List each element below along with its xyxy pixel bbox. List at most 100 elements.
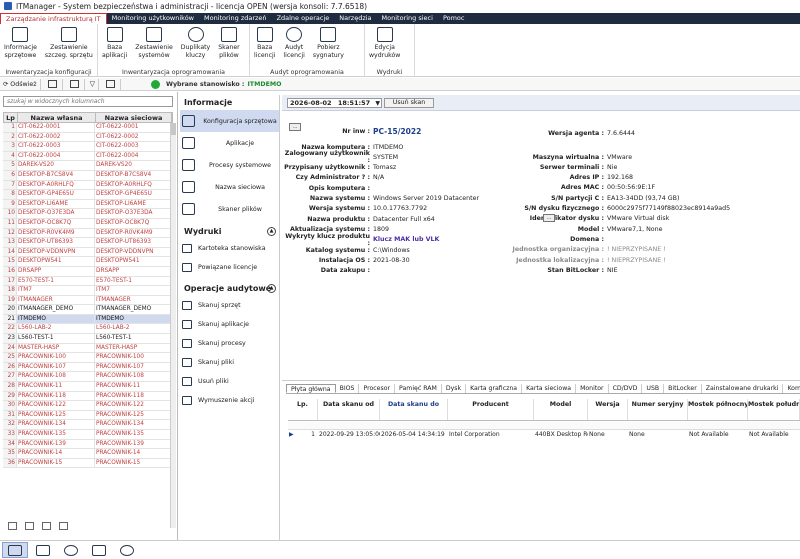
tab-help[interactable]: Pomoc bbox=[438, 13, 470, 24]
table-row[interactable]: 27 PRACOWNIK-108 PRACOWNIK-108 bbox=[3, 372, 173, 383]
tab-tools[interactable]: Narzędzia bbox=[334, 13, 376, 24]
table-row[interactable]: 17 E570-TEST-1 E570-TEST-1 bbox=[3, 276, 173, 287]
app-database-button[interactable]: Baza aplikacji bbox=[98, 27, 131, 59]
subtab-12[interactable]: Komputer bbox=[783, 384, 800, 393]
table-row[interactable]: 1 CIT-0622-0001 CIT-0622-0001 bbox=[3, 123, 173, 133]
table-row[interactable]: 35 PRACOWNIK-14 PRACOWNIK-14 bbox=[3, 449, 173, 459]
col-manufacturer[interactable]: Producent bbox=[448, 399, 534, 420]
collapse-icon[interactable]: ▲ bbox=[267, 284, 276, 293]
table-row[interactable]: 13 DESKTOP-UT86393 DESKTOP-UT86393 bbox=[3, 238, 173, 248]
subtab-6[interactable]: Karta sieciowa bbox=[522, 384, 577, 393]
nav-scan-apps[interactable]: Skanuj aplikacje bbox=[180, 315, 279, 334]
nav-scan-files[interactable]: Skanuj pliki bbox=[180, 353, 279, 372]
topology-module-button[interactable] bbox=[86, 542, 112, 558]
scroll-thumb[interactable] bbox=[171, 123, 176, 135]
network-module-button[interactable] bbox=[30, 542, 56, 558]
refresh-button[interactable]: ⟳ Odśwież bbox=[0, 78, 41, 90]
filter-button[interactable]: ▽ bbox=[87, 78, 99, 90]
delete-scan-button[interactable]: Usuń skan bbox=[384, 98, 434, 108]
nav-station-card[interactable]: Kartoteka stanowiska bbox=[180, 239, 279, 258]
nav-hardware-config[interactable]: Konfiguracja sprzętowa bbox=[180, 110, 279, 132]
partition-info-button[interactable]: ... bbox=[543, 214, 555, 222]
table-row[interactable]: 28 PRACOWNIK-11 PRACOWNIK-11 bbox=[3, 382, 173, 392]
table-row[interactable]: 5 DAREK-VS20 DAREK-VS20 bbox=[3, 161, 173, 171]
subtab-2[interactable]: Procesor bbox=[359, 384, 396, 393]
subtab-10[interactable]: BitLocker bbox=[664, 384, 702, 393]
table-row[interactable]: 10 DESKTOP-O37E3DA DESKTOP-O37E3DA bbox=[3, 209, 173, 219]
duplicate-keys-button[interactable]: Duplikaty kluczy bbox=[177, 27, 214, 59]
subtab-8[interactable]: CD/DVD bbox=[609, 384, 643, 393]
scan-date-select[interactable]: 2026-08-02 18:51:57 ▼ bbox=[287, 98, 382, 108]
col-version[interactable]: Wersja bbox=[588, 399, 628, 420]
col-network-name[interactable]: Nazwa sieciowa bbox=[96, 113, 172, 122]
tab-network-monitoring[interactable]: Monitoring sieci bbox=[377, 13, 438, 24]
col-scan-from[interactable]: Data skanu od bbox=[318, 399, 380, 420]
nav-force-action[interactable]: Wymuszenie akcji bbox=[180, 391, 279, 410]
table-row[interactable]: 36 PRACOWNIK-15 PRACOWNIK-15 bbox=[3, 458, 173, 469]
subtab-9[interactable]: USB bbox=[642, 384, 665, 393]
table-row[interactable]: ▶ 1 2022-09-29 13:05:06 2026-05-04 14:34… bbox=[288, 430, 800, 440]
vertical-scrollbar[interactable] bbox=[170, 123, 176, 528]
table-row[interactable]: 12 DESKTOP-R0VK4M9 DESKTOP-R0VK4M9 bbox=[3, 228, 173, 239]
globe-module-button[interactable] bbox=[58, 542, 84, 558]
table-row[interactable]: 23 L560-TEST-1 L560-TEST-1 bbox=[3, 334, 173, 344]
prev-icon[interactable] bbox=[25, 521, 34, 530]
table-row[interactable]: 6 DESKTOP-B7CS8V4 DESKTOP-B7CS8V4 bbox=[3, 170, 173, 181]
nav-processes[interactable]: Procesy systemowe bbox=[180, 154, 279, 176]
col-lp[interactable]: Lp. bbox=[288, 399, 318, 420]
subtab-4[interactable]: Dysk bbox=[442, 384, 467, 393]
edit-prints-button[interactable]: Edycja wydruków bbox=[365, 27, 404, 59]
export-button[interactable] bbox=[43, 78, 63, 90]
search-input[interactable] bbox=[3, 96, 173, 107]
subtab-11[interactable]: Zainstalowane drukarki bbox=[702, 384, 784, 393]
col-northbridge[interactable]: Mostek północny bbox=[688, 399, 748, 420]
col-model[interactable]: Model bbox=[534, 399, 588, 420]
table-row[interactable]: 15 DESKTOPW541 DESKTOPW541 bbox=[3, 257, 173, 267]
nav-related-licenses[interactable]: Powiązane licencje bbox=[180, 258, 279, 277]
workstations-module-button[interactable] bbox=[2, 542, 28, 558]
subtab-0[interactable]: Płyta główna bbox=[286, 384, 336, 393]
nav-scan-hardware[interactable]: Skanuj sprzęt bbox=[180, 296, 279, 315]
table-row[interactable]: 11 DESKTOP-OC8K7Q DESKTOP-OC8K7Q bbox=[3, 218, 173, 229]
col-lp[interactable]: Lp bbox=[4, 113, 18, 122]
nav-file-scanner[interactable]: Skaner plików bbox=[180, 198, 279, 220]
columns-button[interactable] bbox=[65, 78, 85, 90]
nav-scan-processes[interactable]: Skanuj procesy bbox=[180, 334, 279, 353]
col-scan-to[interactable]: Data skanu do bbox=[380, 399, 448, 420]
table-row[interactable]: 2 CIT-0622-0002 CIT-0622-0002 bbox=[3, 132, 173, 143]
hardware-info-button[interactable]: Informacje sprzętowe bbox=[0, 27, 41, 59]
hardware-filter-row[interactable] bbox=[288, 422, 800, 430]
table-row[interactable]: 25 PRACOWNIK-100 PRACOWNIK-100 bbox=[3, 353, 173, 363]
file-scanner-button[interactable]: Skaner plików bbox=[214, 27, 243, 59]
table-row[interactable]: 19 ITMANAGER ITMANAGER bbox=[3, 295, 173, 306]
next-icon[interactable] bbox=[42, 521, 51, 530]
table-row[interactable]: 34 PRACOWNIK-139 PRACOWNIK-139 bbox=[3, 439, 173, 450]
col-serial[interactable]: Numer seryjny bbox=[628, 399, 688, 420]
col-own-name[interactable]: Nazwa własna bbox=[18, 113, 96, 122]
last-icon[interactable] bbox=[59, 521, 68, 530]
table-row[interactable]: 31 PRACOWNIK-125 PRACOWNIK-125 bbox=[3, 410, 173, 421]
table-row[interactable]: 16 DRSAPP DRSAPP bbox=[3, 266, 173, 277]
table-row[interactable]: 26 PRACOWNIK-107 PRACOWNIK-107 bbox=[3, 362, 173, 373]
nav-network-name[interactable]: Nazwa sieciowa bbox=[180, 176, 279, 198]
tab-user-monitoring[interactable]: Monitoring użytkowników bbox=[107, 13, 199, 24]
hardware-summary-button[interactable]: Zestawienie szczeg. sprzętu bbox=[41, 27, 97, 59]
tab-event-monitoring[interactable]: Monitoring zdarzeń bbox=[199, 13, 272, 24]
table-row[interactable]: 32 PRACOWNIK-134 PRACOWNIK-134 bbox=[3, 420, 173, 430]
license-audit-button[interactable]: Audyt licencji bbox=[279, 27, 308, 59]
subtab-7[interactable]: Monitor bbox=[576, 384, 609, 393]
tab-infrastructure[interactable]: Zarządzanie infrastrukturą IT bbox=[0, 13, 107, 24]
table-row[interactable]: 20 ITMANAGER_DEMO ITMANAGER_DEMO bbox=[3, 305, 173, 315]
table-row[interactable]: 9 DESKTOP-LI6AME DESKTOP-LI6AME bbox=[3, 199, 173, 210]
table-row[interactable]: 21 ITMDEMO ITMDEMO bbox=[3, 314, 173, 325]
systems-summary-button[interactable]: Zestawienie systemów bbox=[131, 27, 177, 59]
subtab-3[interactable]: Pamięć RAM bbox=[395, 384, 442, 393]
table-row[interactable]: 33 PRACOWNIK-135 PRACOWNIK-135 bbox=[3, 430, 173, 440]
nav-applications[interactable]: Aplikacje bbox=[180, 132, 279, 154]
subtab-5[interactable]: Karta graficzna bbox=[466, 384, 523, 393]
table-row[interactable]: 4 CIT-0622-0004 CIT-0622-0004 bbox=[3, 151, 173, 162]
print-button[interactable] bbox=[101, 78, 121, 90]
subtab-1[interactable]: BIOS bbox=[336, 384, 360, 393]
table-row[interactable]: 22 L560-LAB-2 L560-LAB-2 bbox=[3, 324, 173, 335]
table-row[interactable]: 29 PRACOWNIK-118 PRACOWNIK-118 bbox=[3, 391, 173, 402]
